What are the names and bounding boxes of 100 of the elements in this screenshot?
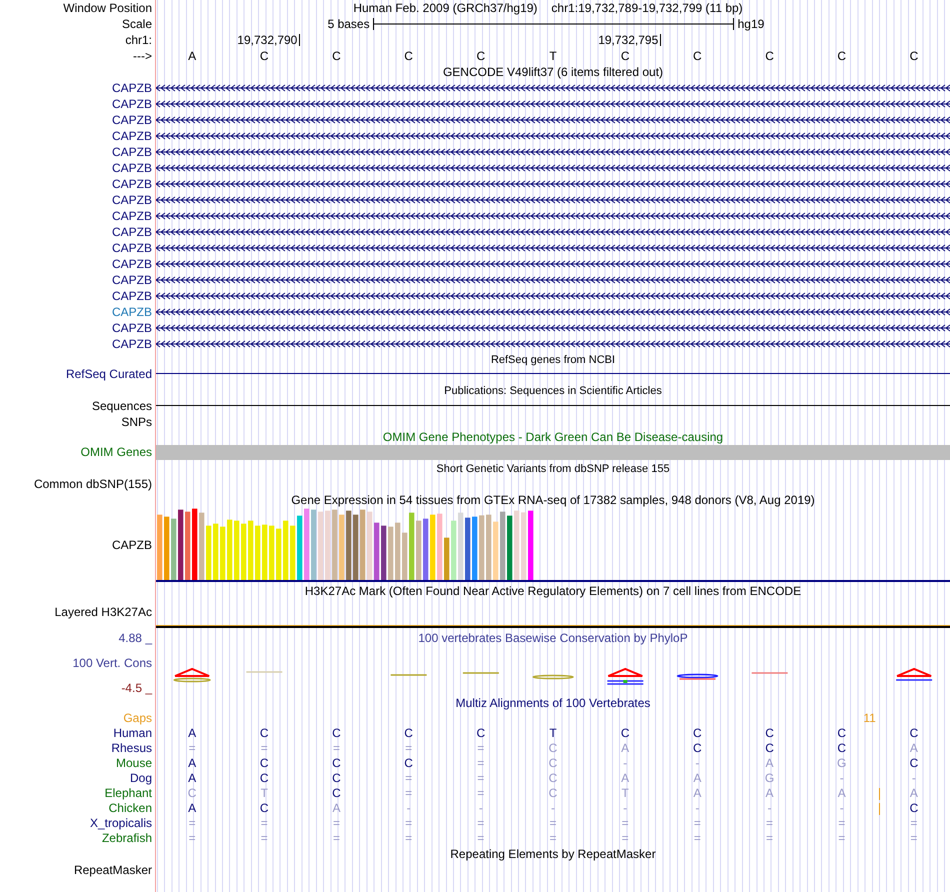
- gene-label: CAPZB: [112, 537, 152, 554]
- alignment-base: =: [622, 816, 629, 830]
- alignment-base: C: [260, 771, 269, 785]
- transcript-line[interactable]: [156, 100, 950, 108]
- alignment-base: A: [693, 786, 702, 800]
- gene-label[interactable]: CAPZB: [112, 304, 152, 320]
- gene-label[interactable]: CAPZB: [112, 144, 152, 160]
- alignment-base: G: [764, 771, 774, 785]
- alignment-base: =: [477, 771, 484, 785]
- alignment-base: A: [910, 786, 918, 800]
- transcript-line[interactable]: [156, 244, 950, 252]
- gene-label[interactable]: CAPZB: [112, 256, 152, 272]
- transcript-line[interactable]: [156, 116, 950, 124]
- alignment-base: =: [838, 816, 846, 830]
- gene-label[interactable]: CAPZB: [112, 128, 152, 144]
- species-label: Rhesus: [111, 741, 152, 756]
- transcript-line[interactable]: [156, 196, 950, 204]
- alignment-base: C: [332, 756, 341, 770]
- base-letter: T: [548, 48, 558, 64]
- alignment-base: C: [837, 741, 846, 755]
- track-label: chr1:: [125, 32, 152, 48]
- alignment-base: C: [548, 756, 558, 770]
- species-label: Mouse: [116, 756, 152, 771]
- alignment-base: =: [477, 756, 484, 770]
- gene-label[interactable]: CAPZB: [112, 224, 152, 240]
- alignment-base: -: [768, 801, 772, 815]
- alignment-base: -: [840, 801, 844, 815]
- base-letter: C: [836, 48, 848, 64]
- alignment-base: C: [188, 786, 196, 800]
- gene-label[interactable]: CAPZB: [112, 320, 152, 336]
- gene-label[interactable]: CAPZB: [112, 272, 152, 288]
- alignment-base: C: [476, 726, 486, 740]
- alignment-base: =: [332, 741, 340, 755]
- alignment-base: =: [188, 741, 196, 755]
- gene-label[interactable]: CAPZB: [112, 336, 152, 352]
- assembly-text: Human Feb. 2009 (GRCh37/hg19): [353, 0, 538, 16]
- transcript-line[interactable]: [156, 324, 950, 332]
- transcript-line[interactable]: [156, 340, 950, 348]
- alignment-base: A: [766, 786, 774, 800]
- transcript-line[interactable]: [156, 212, 950, 220]
- position-text: chr1:19,732,789-19,732,799 (11 bp): [551, 0, 743, 16]
- gene-label[interactable]: CAPZB: [112, 192, 152, 208]
- alignment-base: C: [404, 726, 413, 740]
- alignment-base: -: [695, 756, 700, 770]
- track-title: GENCODE V49lift37 (6 items filtered out): [442, 64, 664, 80]
- alignment-base: =: [332, 831, 340, 845]
- alignment-base: =: [766, 816, 774, 830]
- alignment-base: A: [838, 786, 846, 800]
- alignment-base: =: [477, 816, 484, 830]
- gene-label[interactable]: CAPZB: [112, 80, 152, 96]
- base-letter: C: [620, 48, 630, 64]
- alignment-base: =: [260, 816, 268, 830]
- alignment-base: C: [910, 756, 918, 770]
- gene-label[interactable]: CAPZB: [112, 176, 152, 192]
- alignment-base: C: [837, 726, 846, 740]
- track-title: Gene Expression in 54 tissues from GTEx RNA-seq of 17382 samples, 948 donors (V8, Aug 2019): [291, 492, 815, 508]
- alignment-base: C: [548, 741, 558, 755]
- transcript-line[interactable]: [156, 180, 950, 188]
- transcript-line[interactable]: [156, 228, 950, 236]
- gene-label[interactable]: CAPZB: [112, 112, 152, 128]
- gene-label[interactable]: CAPZB: [112, 96, 152, 112]
- species-label: Elephant: [104, 786, 152, 801]
- alignment-base: -: [406, 801, 411, 815]
- axis-min-label: -4.5 _: [120, 681, 152, 695]
- transcript-line[interactable]: [156, 292, 950, 300]
- alignment-base: A: [910, 741, 918, 755]
- track-title: Short Genetic Variants from dbSNP release 155: [436, 462, 670, 477]
- alignment-base: =: [910, 831, 918, 845]
- track-title: OMIM Gene Phenotypes - Dark Green Can Be Disease-causing: [382, 430, 724, 444]
- species-label: Dog: [130, 771, 152, 786]
- alignment-base: -: [623, 756, 628, 770]
- alignment-base: =: [838, 831, 846, 845]
- transcript-line[interactable]: [156, 260, 950, 268]
- base-letter: C: [258, 48, 270, 64]
- alignment-base: C: [765, 726, 774, 740]
- alignment-base: A: [188, 756, 196, 770]
- track-label: 100 Vert. Cons: [72, 656, 152, 670]
- species-label: Chicken: [108, 801, 152, 816]
- alignment-base: C: [765, 741, 774, 755]
- transcript-line[interactable]: [156, 164, 950, 172]
- alignment-base: A: [766, 756, 774, 770]
- alignment-base: C: [332, 771, 341, 785]
- base-letter: C: [764, 48, 775, 64]
- transcript-line[interactable]: [156, 276, 950, 284]
- strand-label: --->: [133, 48, 152, 64]
- alignment-base: C: [548, 786, 558, 800]
- transcript-line[interactable]: [156, 132, 950, 140]
- transcript-line[interactable]: [156, 148, 950, 156]
- transcript-line[interactable]: [156, 308, 950, 316]
- alignment-base: -: [912, 771, 916, 785]
- gene-label[interactable]: CAPZB: [112, 208, 152, 224]
- gene-label[interactable]: CAPZB: [112, 240, 152, 256]
- coordinate-tick: 19,732,795: [598, 34, 662, 46]
- transcript-line[interactable]: [156, 84, 950, 92]
- gene-label[interactable]: CAPZB: [112, 160, 152, 176]
- alignment-base: C: [404, 756, 413, 770]
- alignment-base: C: [260, 726, 269, 740]
- track-label: Layered H3K27Ac: [54, 604, 152, 621]
- gene-label[interactable]: CAPZB: [112, 288, 152, 304]
- gap-count: 11: [863, 711, 876, 725]
